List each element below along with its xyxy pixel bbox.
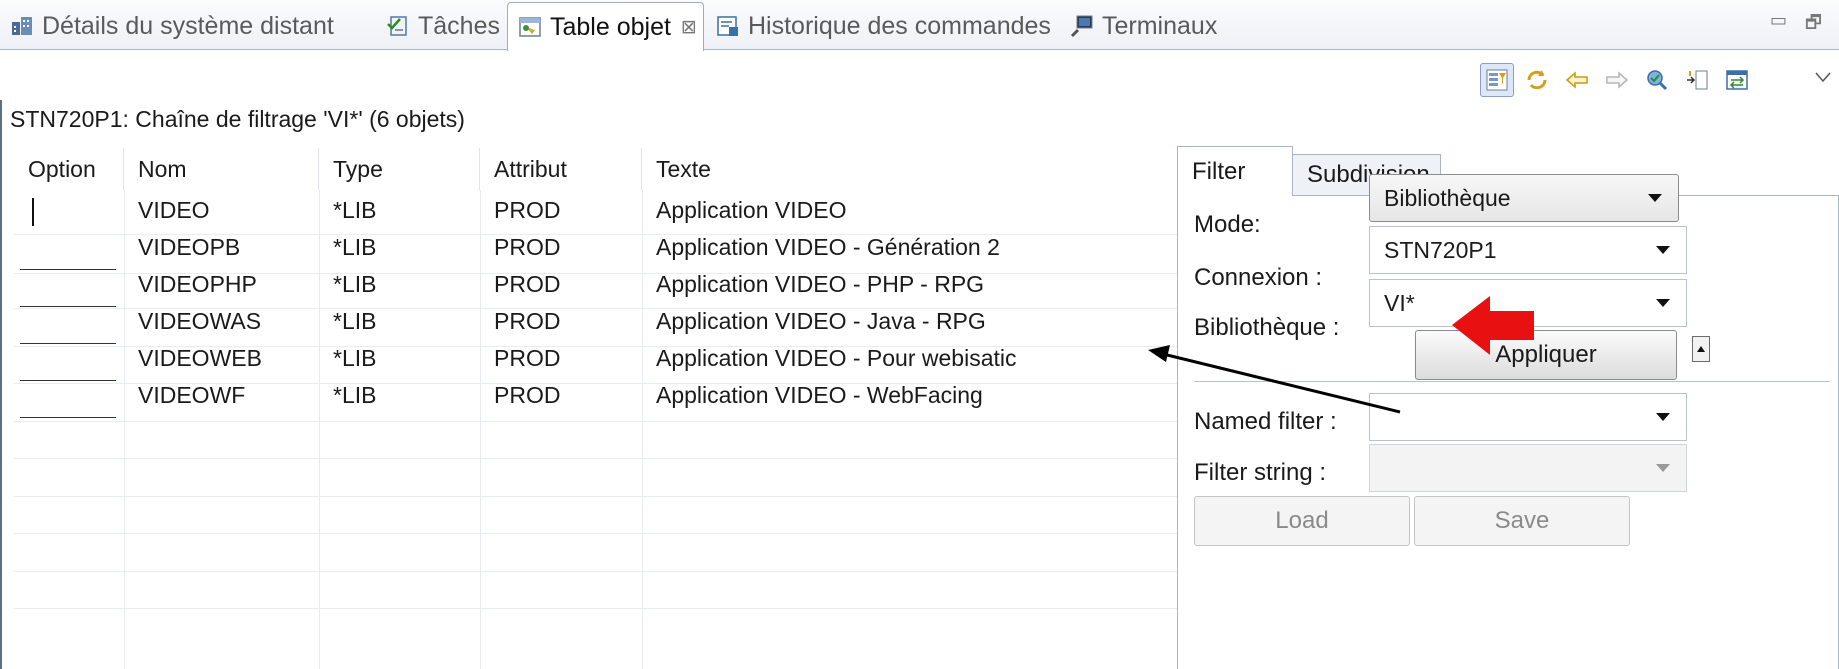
tab-label: Table objet: [550, 12, 671, 41]
remote-search-button[interactable]: [1640, 63, 1674, 97]
tab-command-history[interactable]: Historique des commandes: [706, 2, 1051, 50]
back-button[interactable]: [1560, 63, 1594, 97]
refresh-icon: [1527, 70, 1547, 90]
close-tab-icon[interactable]: ⊠: [681, 16, 697, 39]
text-caret: [32, 198, 34, 226]
cell-type: *LIB: [333, 382, 377, 408]
row-divider: [14, 608, 1177, 609]
chevron-down-icon: [1656, 464, 1670, 472]
bibliotheque-label: Bibliothèque :: [1194, 314, 1340, 341]
separator: [1194, 381, 1830, 382]
object-table: Option Nom Type Attribut Texte VIDEO *LI…: [14, 148, 1177, 669]
apply-button[interactable]: Appliquer: [1415, 330, 1677, 380]
connexion-label: Connexion :: [1194, 264, 1323, 291]
panel-tab-filter[interactable]: Filter: [1177, 146, 1293, 196]
cell-attribut: PROD: [494, 382, 561, 408]
row-divider: [14, 458, 1177, 459]
show-filter-panel-button[interactable]: [1480, 63, 1514, 97]
chevron-down-icon: [1656, 246, 1670, 254]
tab-remote-system-details[interactable]: Détails du système distant: [0, 2, 360, 50]
terminals-icon: [1070, 15, 1093, 38]
view-toolbar: [1480, 62, 1754, 98]
option-input[interactable]: [20, 374, 116, 418]
forward-icon: [1606, 71, 1629, 89]
chevron-down-icon: [1815, 72, 1831, 83]
save-button[interactable]: Save: [1414, 496, 1630, 546]
bibliotheque-value: VI*: [1384, 290, 1415, 316]
connexion-value: STN720P1: [1384, 237, 1497, 263]
refresh-button[interactable]: [1520, 63, 1554, 97]
object-table-icon: [519, 17, 541, 37]
view-tab-bar: Détails du système distant Tâches Table …: [0, 0, 1839, 51]
tab-terminals[interactable]: Terminaux: [1060, 2, 1230, 50]
view-border: [0, 100, 2, 669]
cell-nom: VIDEOWF: [138, 382, 246, 408]
mode-select[interactable]: Bibliothèque: [1369, 174, 1679, 222]
view-menu-button[interactable]: [1810, 64, 1836, 90]
tab-tasks[interactable]: Tâches: [376, 2, 504, 50]
link-with-editor-icon: [1726, 70, 1748, 90]
columns-icon: [1687, 70, 1708, 90]
chevron-down-icon: [1656, 299, 1670, 307]
column-header-option[interactable]: Option: [14, 148, 124, 190]
remote-search-icon: [1647, 70, 1668, 91]
column-header-texte[interactable]: Texte: [642, 148, 1177, 190]
tab-object-table[interactable]: Table objet ⊠: [507, 2, 704, 51]
chevron-down-icon: [1656, 413, 1670, 421]
column-header-type[interactable]: Type: [319, 148, 480, 190]
row-divider: [14, 496, 1177, 497]
forward-button[interactable]: [1600, 63, 1634, 97]
bibliotheque-combo[interactable]: VI*: [1369, 279, 1687, 327]
minimize-icon[interactable]: ▭: [1770, 10, 1787, 31]
filter-title: STN720P1: Chaîne de filtrage 'VI*' (6 ob…: [10, 106, 465, 132]
row-divider: [14, 533, 1177, 534]
tab-label: Tâches: [418, 11, 500, 40]
row-divider: [14, 421, 1177, 422]
command-history-icon: [717, 16, 738, 36]
named-filter-label: Named filter :: [1194, 408, 1337, 435]
filter-panel: Filter Subdivision Mode: Bibliothèque Co…: [1177, 146, 1839, 669]
mode-value: Bibliothèque: [1384, 185, 1511, 211]
tab-label: Historique des commandes: [748, 11, 1051, 40]
bibliotheque-spin-button[interactable]: [1692, 336, 1710, 362]
filter-string-label: Filter string :: [1194, 459, 1327, 486]
tab-label: Détails du système distant: [42, 11, 334, 40]
column-header-nom[interactable]: Nom: [124, 148, 319, 190]
tasks-icon: [387, 16, 407, 36]
load-button[interactable]: Load: [1194, 496, 1410, 546]
show-filter-panel-icon: [1486, 69, 1508, 91]
column-header-attribut[interactable]: Attribut: [480, 148, 642, 190]
link-with-editor-button[interactable]: [1720, 63, 1754, 97]
chevron-down-icon: [1648, 194, 1662, 202]
mode-label: Mode:: [1194, 211, 1261, 238]
cell-texte: Application VIDEO - WebFacing: [656, 382, 983, 408]
back-icon: [1565, 71, 1588, 89]
connexion-select[interactable]: STN720P1: [1369, 226, 1687, 274]
filter-string-select[interactable]: [1369, 444, 1687, 492]
tab-label: Terminaux: [1102, 11, 1218, 40]
named-filter-select[interactable]: [1369, 393, 1687, 441]
remote-system-details-icon: [12, 17, 32, 35]
columns-button[interactable]: [1680, 63, 1714, 97]
maximize-icon[interactable]: 🗗: [1805, 10, 1822, 40]
row-divider: [14, 571, 1177, 572]
